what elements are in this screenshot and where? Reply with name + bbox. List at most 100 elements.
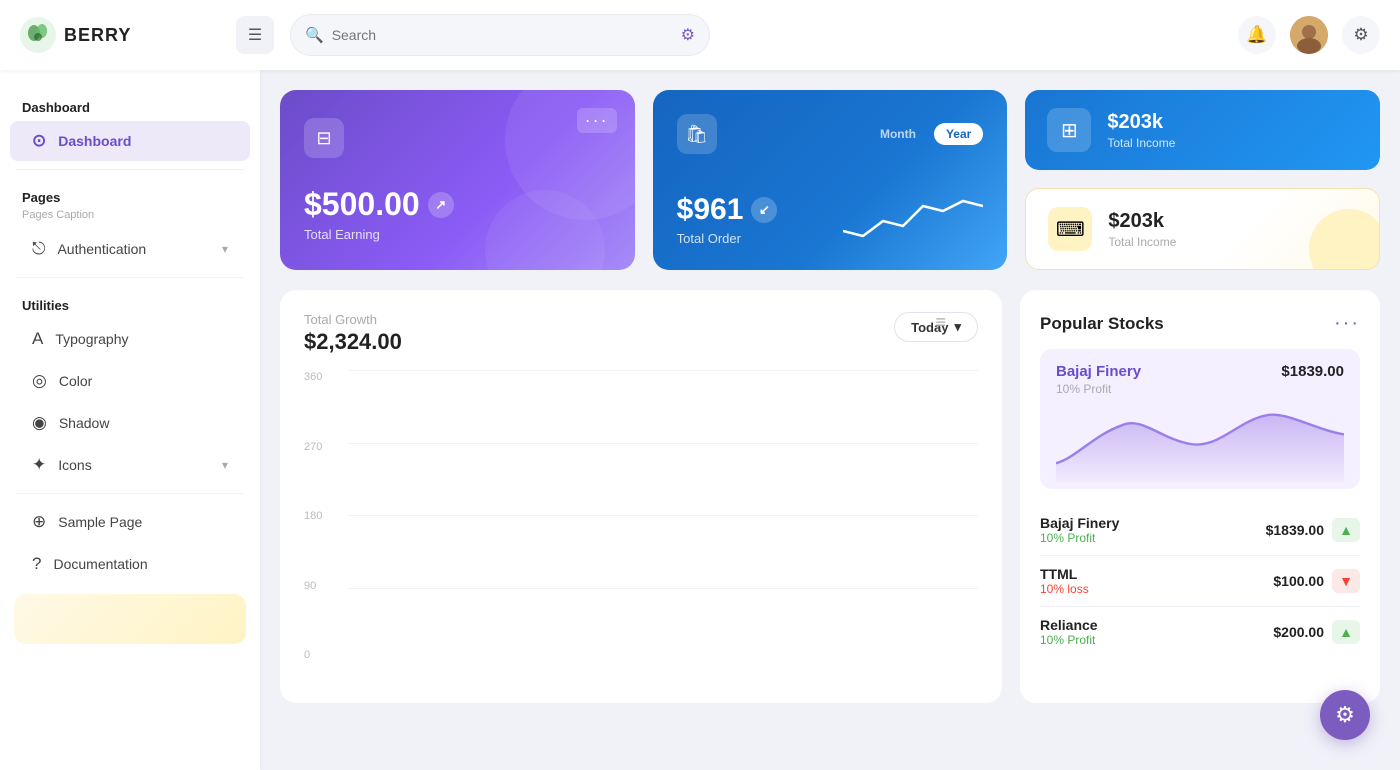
earning-more-button[interactable]: ··· [577,108,617,133]
icons-icon: ✦ [32,455,46,475]
auth-icon: ⎋ [32,239,45,259]
order-card: 🛍 Month Year $961 ↙ Total Order [653,90,1008,270]
stock-badge-down-2: ▼ [1332,569,1360,593]
earning-card: ⊟ ··· $500.00 ↗ Total Earning [280,90,635,270]
hamburger-icon: ☰ [248,25,262,45]
bell-icon: 🔔 [1246,25,1267,45]
chevron-down-icon: ▾ [222,242,228,256]
income-yellow-icon: ⌨ [1048,207,1092,251]
color-icon: ◎ [32,371,47,391]
sample-icon: ⊕ [32,512,46,532]
sidebar-item-color[interactable]: ◎ Color [10,361,250,401]
income-blue-card: ⊞ $203k Total Income [1025,90,1380,170]
sidebar-item-shadow[interactable]: ◉ Shadow [10,403,250,443]
income-yellow-label: Total Income [1108,235,1176,249]
utilities-section-label: Utilities [0,286,260,317]
stock-profit-3: 10% Profit [1040,633,1098,647]
keyboard-icon: ⌨ [1056,217,1085,242]
settings-button[interactable]: ⚙ [1342,16,1380,54]
sidebar-item-typography[interactable]: A Typography [10,319,250,359]
stock-name-1: Bajaj Finery [1040,515,1119,531]
order-tab-group: Month Year [868,123,983,145]
stock-right-2: $100.00 ▼ [1273,569,1360,593]
sidebar-item-docs[interactable]: ? Documentation [10,544,250,584]
stock-name-3: Reliance [1040,617,1098,633]
order-card-top: 🛍 Month Year [677,114,984,154]
sidebar-bottom-bar [14,594,246,644]
tab-month[interactable]: Month [868,123,928,145]
avatar-image [1290,16,1328,54]
stock-price-3: $200.00 [1273,624,1324,640]
typography-icon: A [32,329,43,349]
pages-section-label: Pages [0,178,260,209]
stocks-more-button[interactable]: ··· [1334,312,1360,335]
y-label-270: 270 [304,441,322,453]
sidebar-item-dashboard[interactable]: ⊙ Dashboard [10,121,250,161]
stock-profit-1: 10% Profit [1040,531,1119,545]
stock-list: Bajaj Finery 10% Profit $1839.00 ▲ TTML … [1040,505,1360,657]
income-blue-icon: ⊞ [1047,108,1091,152]
sidebar-item-icons[interactable]: ✦ Icons ▾ [10,445,250,485]
chart-card: Total Growth $2,324.00 Today ▾ ≡ 0 90 18… [280,290,1002,703]
stocks-card: Popular Stocks ··· Bajaj Finery $1839.00… [1020,290,1380,703]
income-blue-label: Total Income [1107,136,1175,150]
stocks-title: Popular Stocks [1040,314,1164,334]
y-axis: 0 90 180 270 360 [304,371,322,661]
sidebar-auth-label: Authentication [57,241,146,257]
gear-icon: ⚙ [1353,25,1368,45]
featured-stock-header: Bajaj Finery $1839.00 [1056,363,1344,380]
pages-caption: Pages Caption [0,209,260,227]
y-label-360: 360 [304,371,322,383]
sidebar-divider-2 [16,277,244,278]
sidebar-docs-label: Documentation [53,556,147,572]
stock-right-1: $1839.00 ▲ [1266,518,1360,542]
order-wave-chart [843,186,983,246]
search-input[interactable] [332,27,673,43]
stock-list-item-2: TTML 10% loss $100.00 ▼ [1040,556,1360,607]
income-yellow-amount: $203k [1108,210,1176,233]
featured-stock-price: $1839.00 [1281,363,1344,380]
sidebar-item-authentication[interactable]: ⎋ Authentication ▾ [10,229,250,269]
sidebar-icons-label: Icons [58,457,91,473]
docs-icon: ? [32,554,41,574]
bottom-section: Total Growth $2,324.00 Today ▾ ≡ 0 90 18… [280,290,1380,703]
earning-arrow-icon: ↗ [428,192,454,218]
sidebar-typography-label: Typography [55,331,128,347]
table-icon: ⊞ [1061,118,1078,143]
search-icon: 🔍 [305,26,324,44]
income-blue-text: $203k Total Income [1107,111,1175,150]
app-name: BERRY [64,25,131,46]
topbar-right: 🔔 ⚙ [1238,16,1380,54]
bag-icon: 🛍 [685,124,708,145]
y-label-180: 180 [304,510,322,522]
chart-menu-button[interactable]: ≡ [935,312,946,333]
sidebar-color-label: Color [59,373,92,389]
filter-icon: ⚙ [681,25,695,45]
fab-button[interactable]: ⚙ [1320,690,1370,740]
topbar: BERRY ☰ 🔍 ⚙ 🔔 ⚙ [0,0,1400,70]
featured-stock-name: Bajaj Finery [1056,363,1141,380]
stocks-header: Popular Stocks ··· [1040,312,1360,335]
tab-year[interactable]: Year [934,123,983,145]
top-cards-row: ⊟ ··· $500.00 ↗ Total Earning 🛍 [280,90,1380,270]
avatar[interactable] [1290,16,1328,54]
income-yellow-card: ⌨ $203k Total Income [1025,188,1380,270]
earning-label: Total Earning [304,227,611,242]
right-cards: ⊞ $203k Total Income ⌨ $203k Total Incom… [1025,90,1380,270]
sidebar-item-sample[interactable]: ⊕ Sample Page [10,502,250,542]
logo-area: BERRY [20,17,220,53]
filter-button[interactable]: ⚙ [681,25,695,45]
icons-chevron-icon: ▾ [222,458,228,472]
stock-right-3: $200.00 ▲ [1273,620,1360,644]
bars-container [348,371,968,661]
fab-icon: ⚙ [1335,702,1355,728]
stock-badge-up-3: ▲ [1332,620,1360,644]
hamburger-button[interactable]: ☰ [236,16,274,54]
sidebar-sample-label: Sample Page [58,514,142,530]
bar-chart-area: 0 90 180 270 360 [304,371,978,681]
income-blue-amount: $203k [1107,111,1175,134]
order-card-content: $961 ↙ Total Order [677,186,984,246]
stock-price-2: $100.00 [1273,573,1324,589]
chart-amount: $2,324.00 [304,329,402,355]
notification-button[interactable]: 🔔 [1238,16,1276,54]
